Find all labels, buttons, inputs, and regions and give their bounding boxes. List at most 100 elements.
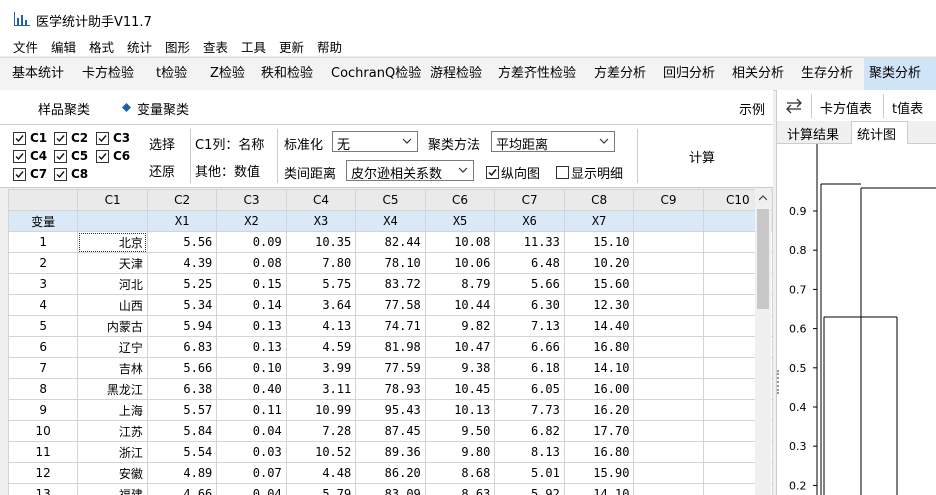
empty-cell[interactable] [633,441,704,463]
empty-cell[interactable] [633,273,704,295]
value-cell[interactable]: 10.44 [424,294,496,316]
value-cell[interactable]: 0.08 [216,252,287,274]
tab-cochran-q[interactable]: CochranQ检验 [326,58,426,90]
variable-cell[interactable]: X5 [424,210,496,232]
value-cell[interactable]: 4.66 [146,483,218,495]
tab-t-test[interactable]: t检验 [151,58,192,90]
variable-cell[interactable]: X7 [563,210,635,232]
value-cell[interactable]: 0.04 [216,420,287,442]
value-cell[interactable]: 3.99 [285,357,357,379]
variable-cell[interactable]: X6 [494,210,565,232]
value-cell[interactable]: 89.36 [355,441,426,463]
tab-chi-square[interactable]: 卡方检验 [77,58,139,90]
value-cell[interactable]: 4.89 [146,462,218,484]
value-cell[interactable]: 9.80 [424,441,496,463]
value-cell[interactable]: 7.13 [494,315,565,337]
value-cell[interactable]: 8.68 [424,462,496,484]
tab-basic-stats[interactable]: 基本统计 [7,58,69,90]
tab-chart-active[interactable]: 统计图 [851,121,908,144]
empty-cell[interactable] [633,231,704,253]
tab-survival[interactable]: 生存分析 [796,58,858,90]
checkbox-c6[interactable] [96,150,109,163]
checkbox-c3[interactable] [96,132,109,145]
row-number[interactable]: 11 [8,441,79,463]
region-name-cell[interactable]: 辽宁 [77,336,148,358]
select-button[interactable]: 选择 [149,134,175,153]
value-cell[interactable]: 11.33 [494,231,565,253]
value-cell[interactable]: 0.03 [216,441,287,463]
row-number[interactable]: 4 [8,294,79,316]
empty-cell[interactable] [633,483,704,495]
value-cell[interactable]: 5.56 [146,231,218,253]
value-cell[interactable]: 0.10 [216,357,287,379]
compute-button[interactable]: 计算 [689,147,715,166]
value-cell[interactable]: 3.64 [285,294,357,316]
menu-tools[interactable]: 工具 [241,37,266,56]
column-header[interactable]: C8 [563,189,635,211]
row-number[interactable]: 3 [8,273,79,295]
value-cell[interactable]: 14.10 [563,483,635,495]
value-cell[interactable]: 86.20 [355,462,426,484]
value-cell[interactable]: 83.09 [355,483,426,495]
value-cell[interactable]: 7.73 [494,399,565,421]
value-cell[interactable]: 16.80 [563,336,635,358]
grid-vertical-scrollbar[interactable] [755,189,771,495]
row-header[interactable]: 变量 [8,210,79,232]
value-cell[interactable]: 78.93 [355,378,426,400]
chi-square-table-button[interactable]: 卡方值表 [820,98,872,117]
subtab-variable-cluster[interactable]: 变量聚类 [137,99,189,118]
tab-cluster[interactable]: 聚类分析 [864,58,936,90]
empty-cell[interactable] [633,357,704,379]
tab-correlation[interactable]: 相关分析 [727,58,789,90]
value-cell[interactable]: 6.66 [494,336,565,358]
menu-lookup[interactable]: 查表 [203,37,228,56]
region-name-cell[interactable]: 上海 [77,399,148,421]
region-name-cell[interactable]: 浙江 [77,441,148,463]
value-cell[interactable]: 6.83 [146,336,218,358]
menu-graphics[interactable]: 图形 [165,37,190,56]
value-cell[interactable]: 8.79 [424,273,496,295]
value-cell[interactable]: 17.70 [563,420,635,442]
value-cell[interactable]: 6.18 [494,357,565,379]
value-cell[interactable]: 15.60 [563,273,635,295]
t-table-button[interactable]: t值表 [892,98,923,117]
value-cell[interactable]: 0.13 [216,315,287,337]
column-header[interactable]: C9 [633,189,704,211]
checkbox-c8[interactable] [54,168,67,181]
value-cell[interactable]: 0.11 [216,399,287,421]
tab-homogeneity[interactable]: 方差齐性检验 [493,58,581,90]
scroll-up-icon[interactable] [759,195,767,201]
tab-anova[interactable]: 方差分析 [589,58,651,90]
menu-update[interactable]: 更新 [279,37,304,56]
value-cell[interactable]: 10.52 [285,441,357,463]
value-cell[interactable]: 8.13 [494,441,565,463]
value-cell[interactable]: 0.04 [216,483,287,495]
row-number[interactable]: 2 [8,252,79,274]
empty-cell[interactable] [633,378,704,400]
row-number[interactable]: 12 [8,462,79,484]
row-number[interactable]: 1 [8,231,79,253]
value-cell[interactable]: 4.39 [146,252,218,274]
value-cell[interactable]: 6.38 [146,378,218,400]
value-cell[interactable]: 5.79 [285,483,357,495]
standardize-select[interactable]: 无 [332,131,418,153]
value-cell[interactable]: 83.72 [355,273,426,295]
column-header[interactable]: C1 [77,189,148,211]
row-number[interactable]: 7 [8,357,79,379]
tab-calc-result[interactable]: 计算结果 [787,124,839,143]
checkbox-c2[interactable] [54,132,67,145]
splitter-handle[interactable] [777,370,783,394]
value-cell[interactable]: 4.48 [285,462,357,484]
region-name-cell[interactable]: 安徽 [77,462,148,484]
value-cell[interactable]: 10.20 [563,252,635,274]
row-number[interactable]: 13 [8,483,79,495]
value-cell[interactable]: 10.06 [424,252,496,274]
value-cell[interactable]: 0.09 [216,231,287,253]
row-number[interactable]: 10 [8,420,79,442]
vertical-chart-checkbox[interactable] [486,166,499,179]
empty-cell[interactable] [633,252,704,274]
example-link[interactable]: 示例 [739,99,765,118]
column-header[interactable]: C7 [494,189,565,211]
method-select[interactable]: 平均距离 [491,131,615,153]
value-cell[interactable]: 5.84 [146,420,218,442]
